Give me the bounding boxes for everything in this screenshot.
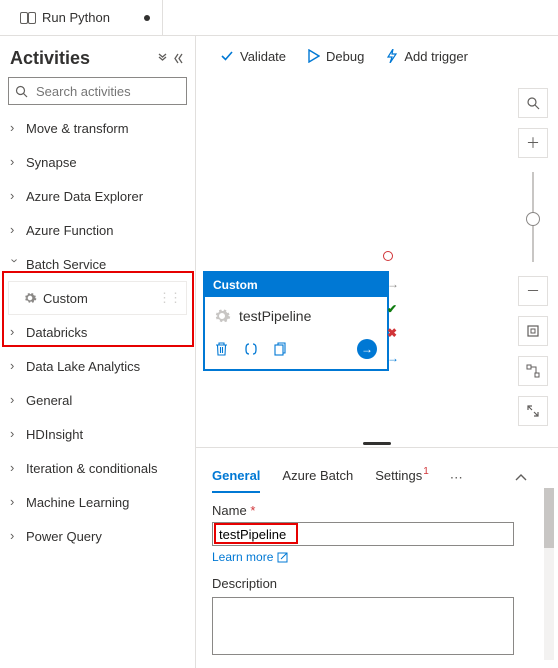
zoom-out-button[interactable]: －: [518, 276, 548, 306]
zoom-in-button[interactable]: ＋: [518, 128, 548, 158]
drag-grip-icon[interactable]: ⋮⋮: [158, 290, 180, 306]
zoom-slider[interactable]: [532, 172, 534, 262]
search-input-wrapper[interactable]: [8, 77, 187, 105]
collapse-sidebar-icon[interactable]: [174, 53, 185, 64]
activity-node-custom[interactable]: Custom testPipeline → → ✔ ✖: [204, 272, 388, 370]
fullscreen-button[interactable]: [518, 396, 548, 426]
scrollbar-thumb[interactable]: [544, 488, 554, 548]
lightning-icon: [386, 49, 398, 63]
sidebar-item-hdinsight[interactable]: ›HDInsight: [8, 417, 187, 451]
chevron-right-icon: ›: [10, 188, 20, 203]
canvas-toolbar: Validate Debug Add trigger: [196, 36, 558, 76]
sidebar-subitem-custom[interactable]: Custom ⋮⋮: [8, 281, 187, 315]
port-success-icon[interactable]: ✔: [387, 302, 403, 316]
chevron-right-icon: ›: [10, 120, 20, 135]
gear-icon: [23, 291, 37, 305]
sidebar-item-data-lake-analytics[interactable]: ›Data Lake Analytics: [8, 349, 187, 383]
port-complete-icon[interactable]: →: [387, 351, 403, 365]
zoom-slider-thumb[interactable]: [526, 212, 540, 226]
chevron-right-icon: ›: [10, 358, 20, 373]
tab-general[interactable]: General: [212, 462, 260, 493]
sidebar-item-machine-learning[interactable]: ›Machine Learning: [8, 485, 187, 519]
sidebar-item-azure-data-explorer[interactable]: ›Azure Data Explorer: [8, 179, 187, 213]
chevron-right-icon: ›: [10, 324, 20, 339]
zoom-search-button[interactable]: [518, 88, 548, 118]
sidebar-item-azure-function[interactable]: ›Azure Function: [8, 213, 187, 247]
expand-all-icon[interactable]: [157, 53, 168, 64]
panel-resize-handle[interactable]: [196, 439, 558, 447]
validate-button[interactable]: Validate: [220, 49, 286, 64]
chevron-right-icon: ›: [10, 528, 20, 543]
sidebar-item-databricks[interactable]: ›Databricks: [8, 315, 187, 349]
add-trigger-button[interactable]: Add trigger: [386, 49, 468, 64]
required-asterisk: *: [250, 503, 255, 518]
pipeline-canvas[interactable]: ＋ － Custom testPipeline: [196, 76, 558, 439]
properties-panel: General Azure Batch Settings1 ⋯ Name * L…: [196, 447, 558, 668]
code-icon[interactable]: [244, 342, 258, 356]
learn-more-link[interactable]: Learn more: [212, 550, 288, 564]
gear-icon: [213, 307, 231, 325]
search-input[interactable]: [34, 83, 214, 100]
tab-azure-batch[interactable]: Azure Batch: [282, 462, 353, 493]
check-icon: [220, 49, 234, 63]
fit-screen-button[interactable]: [518, 316, 548, 346]
port-skip-icon[interactable]: →: [387, 277, 403, 291]
sidebar-title: Activities: [10, 48, 90, 69]
chevron-right-icon: ›: [10, 222, 20, 237]
search-icon: [15, 85, 28, 98]
error-badge: 1: [423, 466, 429, 477]
clone-icon[interactable]: [274, 342, 287, 356]
sidebar-item-synapse[interactable]: ›Synapse: [8, 145, 187, 179]
collapse-panel-icon[interactable]: [514, 472, 528, 484]
pipeline-tab[interactable]: Run Python: [8, 0, 163, 35]
chevron-right-icon: ›: [10, 392, 20, 407]
sidebar-item-iteration-conditionals[interactable]: ›Iteration & conditionals: [8, 451, 187, 485]
debug-button[interactable]: Debug: [308, 49, 364, 64]
chevron-down-icon: ›: [8, 258, 23, 268]
layout-button[interactable]: [518, 356, 548, 386]
description-field[interactable]: [212, 597, 514, 655]
name-field[interactable]: [212, 522, 514, 546]
tab-settings[interactable]: Settings1: [375, 462, 428, 493]
activities-sidebar: Activities ›Move & transform ›Synapse ›A…: [0, 36, 196, 668]
node-type-label: Custom: [205, 273, 387, 297]
description-label: Description: [212, 576, 514, 591]
pipeline-icon: [20, 11, 36, 25]
chevron-right-icon: ›: [10, 154, 20, 169]
scrollbar[interactable]: [544, 488, 554, 660]
chevron-right-icon: ›: [10, 460, 20, 475]
canvas-controls: ＋ －: [518, 88, 548, 426]
node-name: testPipeline: [239, 308, 311, 324]
tab-title: Run Python: [42, 10, 110, 25]
external-link-icon: [277, 552, 288, 563]
delete-icon[interactable]: [215, 342, 228, 356]
sidebar-item-batch-service[interactable]: ›Batch Service: [8, 247, 187, 281]
chevron-right-icon: ›: [10, 494, 20, 509]
chevron-right-icon: ›: [10, 426, 20, 441]
selection-handle-icon[interactable]: [383, 251, 393, 261]
sidebar-item-move-transform[interactable]: ›Move & transform: [8, 111, 187, 145]
port-fail-icon[interactable]: ✖: [387, 326, 403, 340]
run-icon[interactable]: →: [357, 339, 377, 359]
sidebar-item-power-query[interactable]: ›Power Query: [8, 519, 187, 553]
sidebar-item-general[interactable]: ›General: [8, 383, 187, 417]
play-icon: [308, 49, 320, 63]
name-label: Name: [212, 503, 247, 518]
more-tabs-icon[interactable]: ⋯: [450, 470, 463, 486]
unsaved-dot-icon: [144, 15, 150, 21]
